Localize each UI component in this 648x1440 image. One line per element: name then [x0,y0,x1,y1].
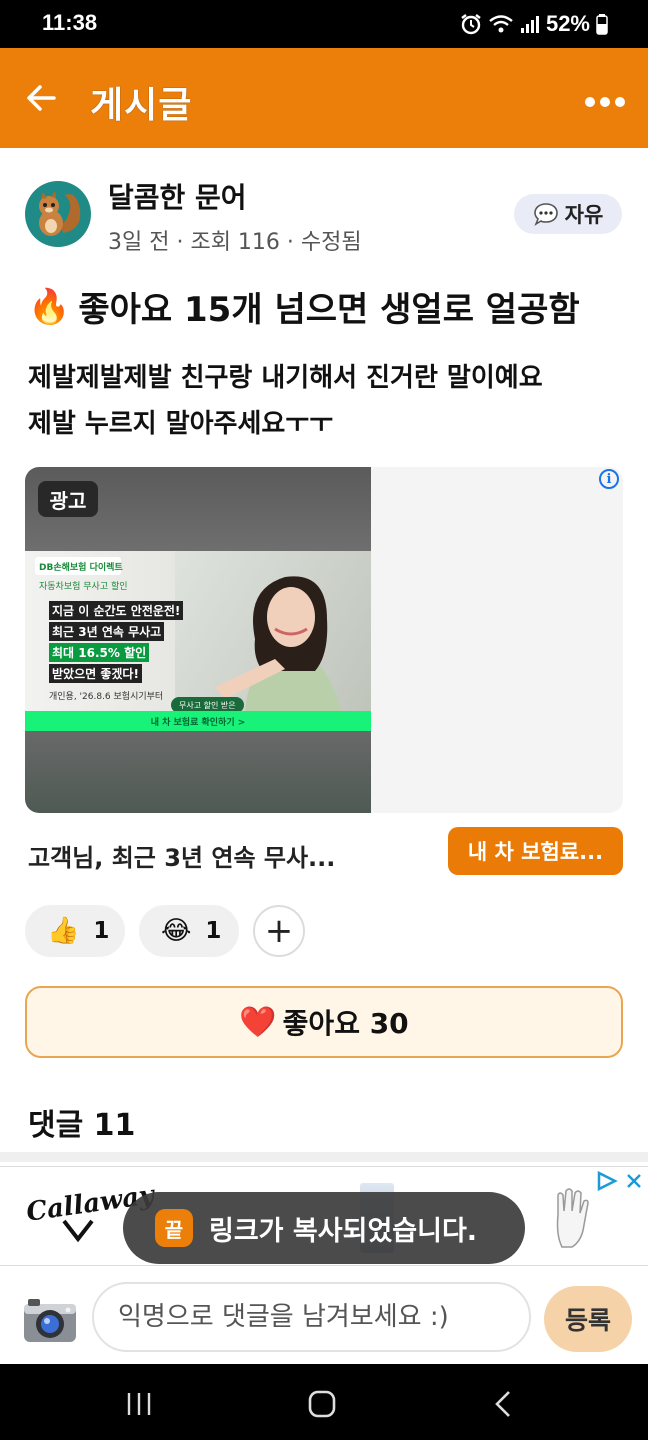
post-title-text: 좋아요 15개 넘으면 생얼로 얼공함 [78,290,580,330]
ad-image[interactable]: DB손해보험 다이렉트 자동차보험 무사고 할인 지금 이 순간도 안전운전! … [25,467,371,813]
reaction-count: 1 [93,918,110,944]
back-nav-icon[interactable] [494,1390,512,1418]
add-reaction-button[interactable]: + [253,905,305,957]
thumbs-up-icon: 👍 [47,916,80,946]
ad-brand: DB손해보험 다이렉트 [35,557,123,575]
ad-caption[interactable]: 고객님, 최근 3년 연속 무사... [28,838,335,873]
wifi-icon [489,15,513,33]
camera-icon[interactable] [22,1296,78,1344]
comment-input[interactable] [92,1282,531,1352]
status-bar: 11:38 52% [0,0,648,48]
comments-header: 댓글 11 [28,1108,136,1143]
chevron-logo-icon [62,1219,94,1243]
ad-container[interactable]: DB손해보험 다이렉트 자동차보험 무사고 할인 지금 이 순간도 안전운전! … [25,467,623,813]
battery-icon [596,14,608,35]
ad-tag: 자동차보험 무사고 할인 [39,582,128,592]
toast: 끝 링크가 복사되었습니다. [123,1192,525,1264]
ad-line-2: 최근 3년 연속 무사고 [49,622,165,641]
ad-banner[interactable]: DB손해보험 다이렉트 자동차보험 무사고 할인 지금 이 순간도 안전운전! … [25,551,371,731]
status-time: 11:38 [42,10,98,35]
like-button[interactable]: ❤️ 좋아요 30 [25,986,623,1058]
ad-model-image [215,576,341,711]
reaction-laughing[interactable]: 😂 1 [139,905,239,957]
post-body-line: 제발 누르지 말아주세요ㅜㅜ [28,409,334,439]
ad-note: 개인용, '26.8.6 보험시기부터 [49,692,164,702]
ad-cta-strip[interactable]: 내 차 보험료 확인하기 > [25,711,371,731]
post-body-line: 제발제발제발 친구랑 내기해서 진거란 말이예요 [28,363,543,393]
more-icon[interactable] [584,96,626,108]
ad-choices-icon[interactable] [596,1171,618,1191]
submit-button[interactable]: 등록 [544,1286,632,1352]
section-divider [0,1152,648,1162]
author-name[interactable]: 달콤한 문어 [108,176,247,216]
ad-line-4: 받았으면 좋겠다! [49,664,142,683]
navigation-bar [0,1364,648,1440]
ad-line-3: 최대 16.5% 할인 [49,643,150,662]
category-chip[interactable]: 자유 [514,194,622,234]
category-label: 자유 [564,203,604,227]
ad-badge: 광고 [38,481,98,517]
ad-line-1: 지금 이 순간도 안전운전! [49,601,184,620]
home-icon[interactable] [308,1390,336,1418]
post-meta: 3일 전 · 조회 116 · 수정됨 [108,230,362,255]
post-title: 🔥 좋아요 15개 넘으면 생얼로 얼공함 [28,282,580,331]
back-arrow-icon[interactable] [26,84,56,112]
squirrel-avatar-icon [39,191,81,236]
laughing-face-icon: 😂 [161,916,192,946]
avatar[interactable] [25,181,91,247]
app-logo-icon: 끝 [155,1209,193,1247]
toast-message: 링크가 복사되었습니다. [209,1215,478,1247]
alarm-icon [461,14,481,35]
close-ad-icon[interactable] [626,1173,642,1189]
chat-icon [533,203,558,226]
battery-percent: 52% [545,11,590,36]
status-icons: 52% [460,10,608,38]
signal-icon [520,16,539,33]
reaction-count: 1 [205,918,222,944]
golf-glove-image [556,1188,589,1248]
page-title: 게시글 [90,85,193,126]
recent-apps-icon[interactable] [126,1392,152,1416]
reaction-thumbs-up[interactable]: 👍 1 [25,905,125,957]
ad-cta-button[interactable]: 내 차 보험료... [448,827,623,875]
like-label: 좋아요 30 [282,1007,409,1040]
ad-info-icon[interactable]: i [599,469,619,489]
heart-icon: ❤️ [239,1004,277,1040]
fire-icon: 🔥 [28,286,71,327]
